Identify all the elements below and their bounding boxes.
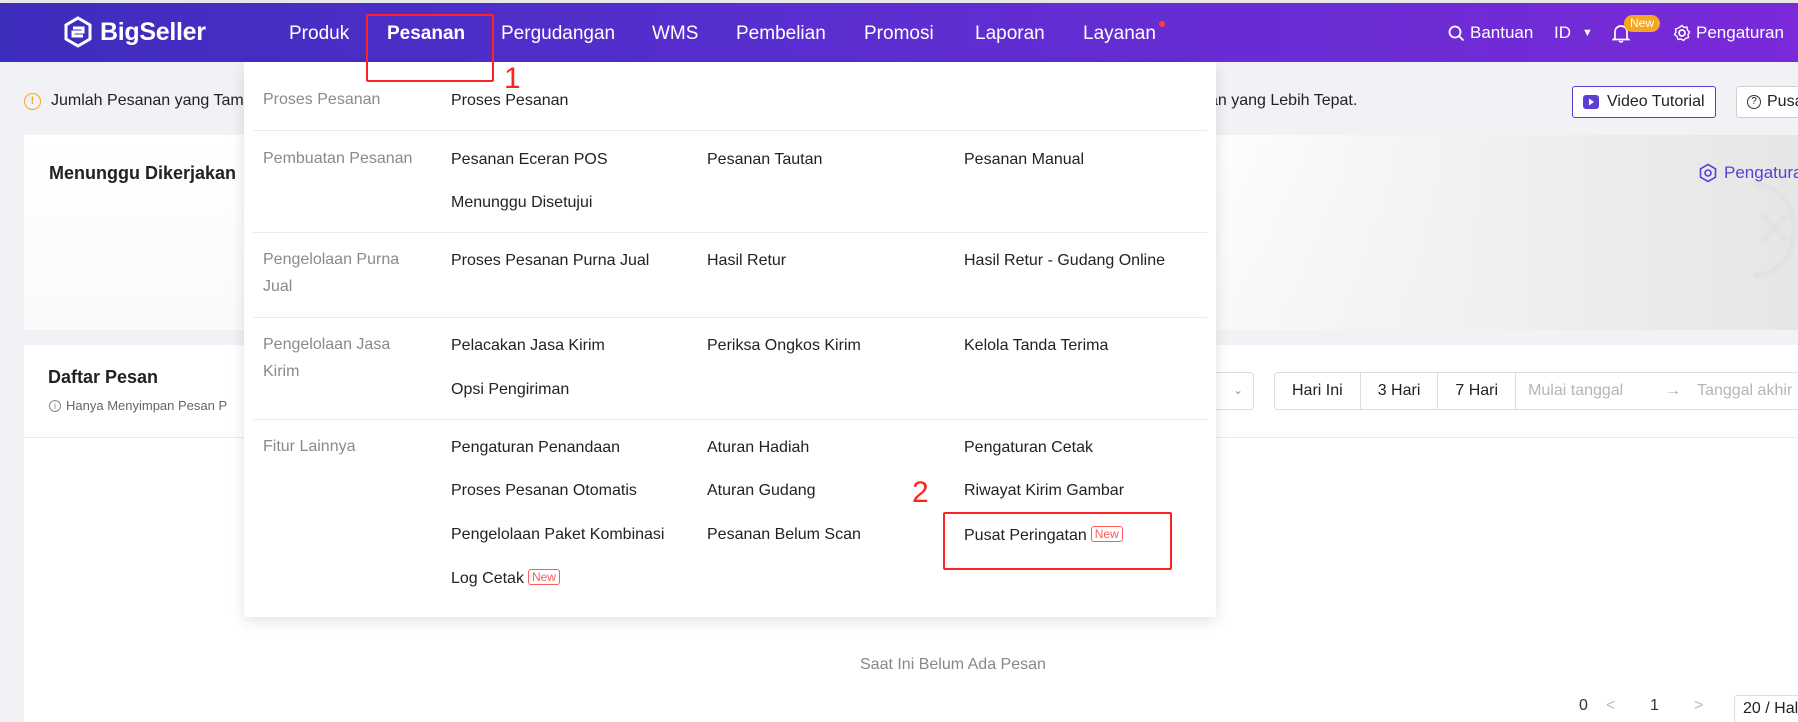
date-3days-button[interactable]: 3 Hari	[1361, 373, 1439, 409]
video-tutorial-button[interactable]: Video Tutorial	[1572, 86, 1716, 118]
pager-next-button[interactable]: >	[1694, 697, 1703, 715]
log-cetak-label: Log Cetak	[451, 570, 524, 587]
brand-name: BigSeller	[100, 17, 206, 46]
help-center-button[interactable]: ? Pusa	[1736, 86, 1798, 118]
menu-divider	[253, 317, 1207, 318]
warning-icon: !	[24, 92, 41, 110]
info-icon: i	[49, 399, 61, 412]
order-list-title: Daftar Pesan	[48, 367, 159, 387]
date-7days-button[interactable]: 7 Hari	[1438, 373, 1517, 409]
annotation-box-1	[366, 14, 494, 82]
pending-title: Menunggu Dikerjakan	[49, 163, 237, 183]
order-list-subtitle-text: Hanya Menyimpan Pesan P	[66, 398, 228, 413]
menu-link-pengaturan-cetak[interactable]: Pengaturan Cetak	[964, 439, 1093, 457]
menu-link-kelola-tanda-terima[interactable]: Kelola Tanda Terima	[964, 337, 1108, 355]
menu-link-pesanan-tautan[interactable]: Pesanan Tautan	[707, 151, 822, 169]
video-icon	[1583, 95, 1599, 109]
menu-link-proses-pesanan-otomatis[interactable]: Proses Pesanan Otomatis	[451, 482, 637, 500]
new-tag: New	[527, 569, 560, 585]
menu-divider	[253, 232, 1207, 233]
start-date-input[interactable]: Mulai tanggal	[1516, 373, 1661, 409]
menu-link-pesanan-eceran-pos[interactable]: Pesanan Eceran POS	[451, 151, 608, 169]
menu-link-riwayat-kirim-gambar[interactable]: Riwayat Kirim Gambar	[964, 482, 1124, 500]
date-arrow-icon: →	[1665, 382, 1682, 399]
hexagon-gear-icon	[1699, 163, 1717, 183]
menu-divider	[253, 130, 1207, 131]
menu-category-fitur-lainnya: Fitur Lainnya	[263, 438, 356, 455]
nav-laporan[interactable]: Laporan	[975, 23, 1045, 45]
annotation-number-1: 1	[504, 62, 521, 95]
menu-link-pesanan-manual[interactable]: Pesanan Manual	[964, 151, 1084, 169]
menu-link-pesanan-belum-scan[interactable]: Pesanan Belum Scan	[707, 526, 861, 544]
notice-message: ! Jumlah Pesanan yang Tam	[24, 92, 244, 110]
help-label: Bantuan	[1470, 23, 1534, 42]
nav-pergudangan[interactable]: Pergudangan	[501, 23, 615, 45]
annotation-number-2: 2	[912, 476, 929, 509]
pager-prev-button[interactable]: <	[1606, 697, 1615, 715]
menu-link-periksa-ongkos-kirim[interactable]: Periksa Ongkos Kirim	[707, 337, 861, 355]
caret-down-icon: ▼	[1582, 27, 1593, 39]
menu-link-proses-purna-jual[interactable]: Proses Pesanan Purna Jual	[451, 252, 649, 270]
filter-select[interactable]: ⌄	[1214, 372, 1254, 410]
menu-link-aturan-hadiah[interactable]: Aturan Hadiah	[707, 439, 809, 457]
menu-link-opsi-pengiriman[interactable]: Opsi Pengiriman	[451, 381, 569, 399]
date-today-button[interactable]: Hari Ini	[1275, 373, 1361, 409]
annotation-box-2	[943, 512, 1172, 570]
notice-right-text: an yang Lebih Tepat.	[1209, 92, 1358, 109]
pager-total: 0	[1579, 697, 1588, 714]
help-button[interactable]: Bantuan	[1448, 23, 1533, 43]
nav-wms[interactable]: WMS	[652, 23, 698, 45]
menu-category-proses-pesanan: Proses Pesanan	[263, 91, 381, 108]
nav-produk[interactable]: Produk	[289, 23, 349, 45]
notice-left-text: Jumlah Pesanan yang Tam	[51, 92, 244, 109]
notification-dot	[1159, 21, 1165, 27]
menu-link-hasil-retur[interactable]: Hasil Retur	[707, 252, 786, 270]
order-list-subtitle: i Hanya Menyimpan Pesan P	[49, 398, 227, 413]
pending-settings-link[interactable]: Pengatura	[1698, 163, 1798, 183]
date-filter-group: Hari Ini 3 Hari 7 Hari Mulai tanggal → T…	[1274, 372, 1798, 410]
language-label: ID	[1554, 23, 1571, 42]
menu-link-pengaturan-penandaan[interactable]: Pengaturan Penandaan	[451, 439, 620, 457]
menu-link-log-cetak[interactable]: Log Cetak New	[451, 569, 560, 588]
end-date-input[interactable]: Tanggal akhir	[1685, 373, 1798, 409]
language-select[interactable]: ID ▼	[1554, 23, 1593, 43]
empty-state-text: Saat Ini Belum Ada Pesan	[860, 656, 1046, 673]
page-size-select[interactable]: 20 / Hala	[1734, 695, 1798, 722]
menu-link-paket-kombinasi[interactable]: Pengelolaan Paket Kombinasi	[451, 526, 664, 544]
new-badge: New	[1624, 15, 1661, 32]
nav-layanan[interactable]: Layanan	[1083, 23, 1156, 45]
settings-label: Pengaturan	[1696, 23, 1784, 42]
gear-icon	[1673, 24, 1691, 42]
search-icon	[1448, 25, 1465, 41]
menu-category-jasa-kirim: Pengelolaan Jasa Kirim	[263, 336, 391, 380]
nav-promosi[interactable]: Promosi	[864, 23, 934, 45]
help-center-label: Pusa	[1767, 93, 1798, 110]
menu-link-aturan-gudang[interactable]: Aturan Gudang	[707, 482, 816, 500]
settings-button[interactable]: Pengaturan	[1673, 23, 1784, 43]
menu-category-pembuatan-pesanan: Pembuatan Pesanan	[263, 150, 413, 167]
menu-link-pelacakan-jasa-kirim[interactable]: Pelacakan Jasa Kirim	[451, 337, 605, 355]
pending-settings-label: Pengatura	[1724, 163, 1798, 182]
menu-link-menunggu-disetujui[interactable]: Menunggu Disetujui	[451, 194, 592, 212]
menu-category-purna-jual: Pengelolaan Purna Jual	[263, 251, 400, 295]
nav-pembelian[interactable]: Pembelian	[736, 23, 826, 45]
pager-current-page[interactable]: 1	[1650, 697, 1659, 715]
chevron-down-icon: ⌄	[1232, 383, 1243, 397]
question-icon: ?	[1747, 95, 1761, 109]
logo-icon	[64, 16, 92, 48]
bigseller-logo[interactable]: BigSeller	[62, 15, 206, 49]
decorative-illustration-icon	[1753, 182, 1797, 278]
video-tutorial-label: Video Tutorial	[1607, 93, 1705, 110]
top-navbar: BigSeller Produk Pesanan Pergudangan WMS…	[0, 0, 1798, 62]
menu-divider	[253, 419, 1207, 420]
menu-link-hasil-retur-gudang-online[interactable]: Hasil Retur - Gudang Online	[964, 252, 1165, 270]
